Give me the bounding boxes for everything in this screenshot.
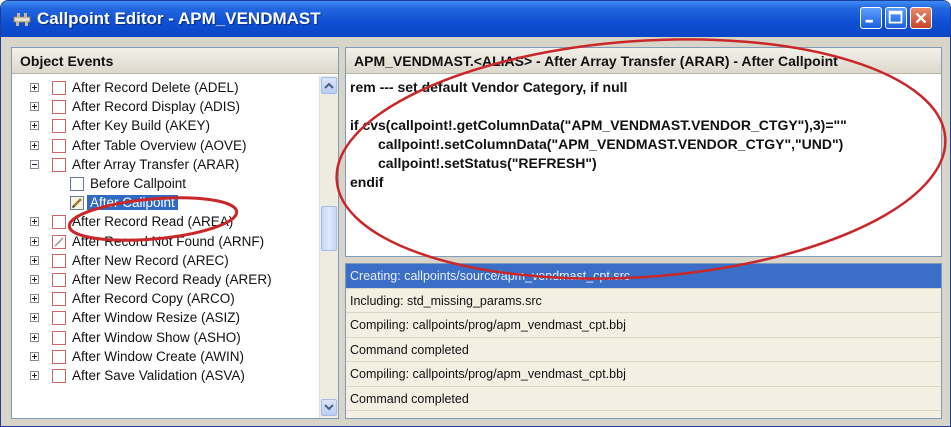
minimize-button[interactable] — [860, 7, 882, 29]
scroll-down-button[interactable] — [321, 399, 337, 416]
event-checkbox[interactable] — [52, 369, 66, 383]
empty-doc-icon — [70, 177, 84, 191]
expand-icon[interactable] — [30, 83, 39, 92]
tree-item-label: After Array Transfer (ARAR) — [72, 156, 240, 172]
expand-icon[interactable] — [30, 102, 39, 112]
log-row[interactable]: Command completed — [346, 387, 941, 411]
expand-icon[interactable] — [30, 217, 39, 227]
log-row[interactable]: Including: std_missing_params.src — [346, 289, 941, 313]
object-events-header: Object Events — [12, 48, 338, 74]
chevron-up-icon — [324, 82, 334, 89]
tree-item[interactable]: After Record Delete (ADEL) — [12, 78, 320, 98]
tree-item-label: After Key Build (AKEY) — [72, 118, 211, 134]
expand-icon[interactable] — [30, 236, 39, 246]
event-checkbox[interactable] — [52, 215, 66, 230]
tree-item[interactable]: After Record Read (AREA) — [12, 212, 320, 232]
title-bar[interactable]: Callpoint Editor - APM_VENDMAST — [1, 1, 950, 37]
tree-item-label: After New Record (AREC) — [72, 252, 229, 268]
tree-item-label: After Record Copy (ARCO) — [72, 291, 235, 307]
tree-item-label: After Table Overview (AOVE) — [72, 137, 247, 153]
log-row[interactable]: Compiling: callpoints/prog/apm_vendmast_… — [346, 313, 941, 338]
expand-icon[interactable] — [30, 255, 39, 265]
tree-item[interactable]: After Record Copy (ARCO) — [12, 289, 320, 309]
selected-callpoint-label: After Callpoint — [87, 195, 178, 211]
expand-icon[interactable] — [30, 121, 39, 131]
code-line: callpoint!.setColumnData("APM_VENDMAST.V… — [378, 136, 844, 152]
expand-icon[interactable] — [30, 275, 39, 284]
scroll-up-button[interactable] — [321, 77, 337, 94]
code-editor[interactable]: rem --- set default Vendor Category, if … — [350, 78, 937, 192]
close-icon — [915, 12, 927, 24]
tree-item[interactable]: After Key Build (AKEY) — [12, 116, 320, 136]
tree-item[interactable]: After Record Display (ADIS) — [12, 97, 320, 117]
edit-doc-icon — [70, 196, 84, 211]
expand-icon[interactable] — [30, 332, 39, 342]
tree-item[interactable]: After Array Transfer (ARAR) — [12, 155, 320, 175]
tree-scrollbar[interactable] — [319, 76, 338, 418]
tree-item[interactable]: After Save Validation (ASVA) — [12, 366, 320, 386]
log-row[interactable]: Command completed — [346, 338, 941, 362]
event-checkbox[interactable] — [52, 349, 66, 364]
tree-item-label: After New Record Ready (ARER) — [72, 272, 272, 287]
tree-item-label: After Record Not Found (ARNF) — [72, 233, 265, 249]
event-checkbox[interactable] — [52, 273, 66, 287]
event-checkbox[interactable] — [52, 311, 66, 326]
scroll-thumb[interactable] — [321, 206, 337, 251]
tree-child-label: Before Callpoint — [90, 176, 187, 191]
tree-item-label: After Record Read (AREA) — [72, 214, 234, 230]
expand-icon[interactable] — [30, 371, 39, 380]
chevron-down-icon — [324, 404, 334, 411]
event-checkbox[interactable] — [52, 330, 66, 345]
tree-item[interactable]: After Record Not Found (ARNF) — [12, 232, 320, 252]
minimize-icon — [865, 19, 873, 23]
tree-item-label: After Window Create (AWIN) — [72, 348, 245, 364]
code-editor-panel[interactable]: APM_VENDMAST.<ALIAS> - After Array Trans… — [345, 47, 942, 257]
event-tree: After Record Delete (ADEL) After Record D… — [12, 76, 320, 418]
tree-item-label: After Record Delete (ADEL) — [72, 80, 239, 95]
code-line: rem --- set default Vendor Category, if … — [350, 79, 628, 95]
tree-item[interactable]: After Window Show (ASHO) — [12, 328, 320, 348]
event-checkbox[interactable] — [52, 119, 66, 134]
output-log-panel: Creating: callpoints/source/apm_vendmast… — [345, 263, 942, 419]
callpoint-editor-window: Callpoint Editor - APM_VENDMAST Object E… — [0, 0, 951, 427]
tree-item-label: After Window Resize (ASIZ) — [72, 310, 241, 326]
code-line: callpoint!.setStatus("REFRESH") — [378, 155, 597, 171]
event-checkbox[interactable] — [52, 138, 66, 153]
event-checkbox[interactable] — [52, 81, 66, 95]
code-line: endif — [350, 174, 384, 190]
tree-item[interactable]: After Table Overview (AOVE) — [12, 136, 320, 156]
collapse-icon[interactable] — [30, 159, 39, 169]
expand-icon[interactable] — [30, 294, 39, 304]
object-events-panel: Object Events After Record Delete (ADEL)… — [11, 47, 339, 419]
close-button[interactable] — [910, 7, 932, 29]
event-checkbox[interactable] — [52, 100, 66, 115]
expand-icon[interactable] — [30, 313, 39, 323]
event-checkbox[interactable] — [52, 253, 66, 268]
window-title: Callpoint Editor - APM_VENDMAST — [37, 9, 321, 28]
event-checkbox[interactable] — [52, 234, 66, 249]
event-checkbox[interactable] — [52, 292, 66, 307]
expand-icon[interactable] — [30, 140, 39, 150]
event-checkbox[interactable] — [52, 157, 66, 172]
log-row[interactable]: Compiling: callpoints/prog/apm_vendmast_… — [346, 362, 941, 387]
tree-item-label: After Record Display (ADIS) — [72, 99, 241, 115]
maximize-button[interactable] — [885, 7, 907, 29]
tree-item-label: After Save Validation (ASVA) — [72, 368, 245, 383]
tree-item[interactable]: After New Record Ready (ARER) — [12, 270, 320, 290]
expand-icon[interactable] — [30, 351, 39, 361]
tree-child-item[interactable]: Before Callpoint — [12, 174, 320, 194]
code-line: if cvs(callpoint!.getColumnData("APM_VEN… — [350, 117, 847, 133]
app-icon — [13, 13, 31, 26]
tree-item[interactable]: After Window Resize (ASIZ) — [12, 308, 320, 328]
tree-item[interactable]: After Window Create (AWIN) — [12, 347, 320, 367]
maximize-icon — [888, 10, 903, 24]
log-row[interactable]: Creating: callpoints/source/apm_vendmast… — [346, 264, 941, 289]
code-editor-header: APM_VENDMAST.<ALIAS> - After Array Trans… — [346, 48, 941, 74]
tree-child-item[interactable]: After Callpoint — [12, 193, 320, 213]
tree-item-label: After Window Show (ASHO) — [72, 329, 241, 345]
tree-item[interactable]: After New Record (AREC) — [12, 251, 320, 271]
